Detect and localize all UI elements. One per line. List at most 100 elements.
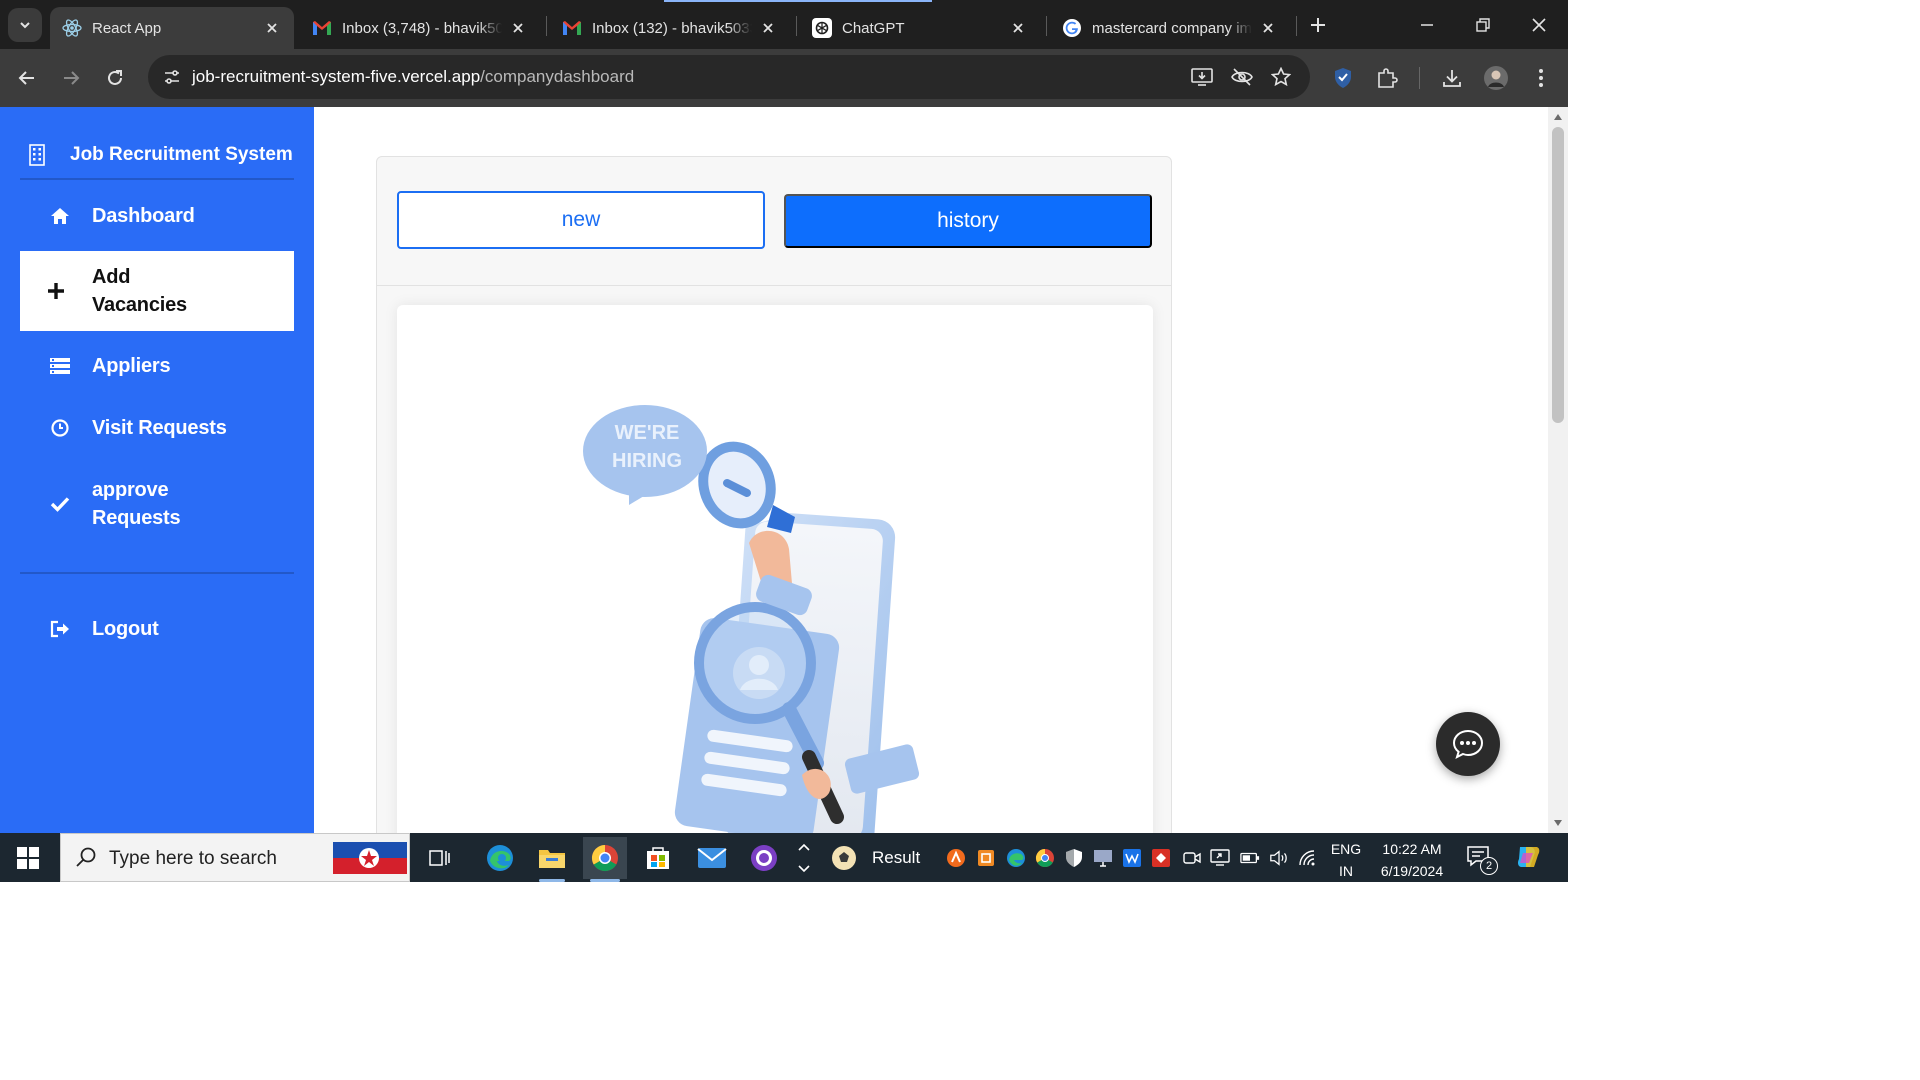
extensions-menu-button[interactable] <box>1373 64 1401 92</box>
task-view-icon <box>429 850 450 866</box>
tab-gmail-inbox-1[interactable]: Inbox (3,748) - bhavik502 <box>300 7 540 49</box>
close-icon[interactable] <box>758 18 778 38</box>
panel-header: new history <box>377 157 1171 286</box>
tab-title: React App <box>92 19 162 37</box>
back-button[interactable] <box>12 63 42 93</box>
scroll-up-arrow[interactable] <box>1552 111 1564 123</box>
tab-search-button[interactable] <box>8 8 42 42</box>
task-view-button[interactable] <box>418 837 462 879</box>
clock-icon <box>20 419 92 437</box>
close-window-button[interactable] <box>1524 10 1554 40</box>
arrow-left-icon <box>18 71 34 85</box>
taskbar-clock[interactable]: 10:22 AM 6/19/2024 <box>1372 838 1452 882</box>
extension-button[interactable] <box>1329 64 1357 92</box>
github-icon <box>751 845 777 871</box>
chrome-app[interactable] <box>583 837 627 879</box>
avatar-icon <box>1484 66 1508 90</box>
battery-icon <box>1240 852 1260 864</box>
scroll-down-arrow[interactable] <box>1552 817 1564 829</box>
taskbar-overflow-arrows[interactable] <box>790 837 818 879</box>
site-info-button[interactable] <box>158 63 186 91</box>
download-icon <box>1443 70 1461 87</box>
bookmark-button[interactable] <box>1269 65 1293 89</box>
copilot-button[interactable] <box>1514 843 1542 871</box>
tray-edge[interactable] <box>1006 848 1026 868</box>
sidebar-item-logout[interactable]: Logout <box>20 610 294 648</box>
tray-box-icon <box>978 850 994 866</box>
tray-battery[interactable] <box>1240 848 1260 868</box>
result-widget[interactable]: Result <box>830 841 920 875</box>
tray-app-square[interactable] <box>976 848 996 868</box>
tab-gmail-inbox-2[interactable]: Inbox (132) - bhavik5033 <box>550 7 790 49</box>
tray-meet-now[interactable] <box>1182 848 1202 868</box>
sidebar-item-appliers[interactable]: Appliers <box>20 347 294 385</box>
tray-app-orange[interactable] <box>946 848 966 868</box>
tab-title: Inbox (3,748) - bhavik502 <box>342 19 502 37</box>
hiring-card: WE'RE HIRING <box>397 305 1153 833</box>
minimize-button[interactable] <box>1412 10 1442 40</box>
tray-app-blue[interactable] <box>1122 848 1142 868</box>
start-button[interactable] <box>8 841 48 875</box>
sidebar-item-dashboard[interactable]: Dashboard <box>20 197 294 235</box>
notification-center-button[interactable]: 2 <box>1466 845 1498 875</box>
chat-widget-button[interactable] <box>1436 712 1500 776</box>
new-button[interactable]: new <box>397 191 765 249</box>
close-icon[interactable] <box>262 18 282 38</box>
tab-separator <box>546 16 547 36</box>
home-icon <box>20 207 92 225</box>
toolbar-separator <box>1419 67 1420 89</box>
downloads-button[interactable] <box>1438 64 1466 92</box>
search-highlight-flag-icon <box>333 842 407 874</box>
tray-security[interactable] <box>1064 848 1084 868</box>
install-icon <box>1191 68 1213 86</box>
tab-google-search[interactable]: mastercard company images <box>1050 7 1290 49</box>
triangle-up-icon <box>1554 114 1562 120</box>
language-code: ENG <box>1330 841 1362 857</box>
address-bar[interactable]: job-recruitment-system-five.vercel.app/c… <box>148 55 1310 99</box>
edge-icon <box>487 845 513 871</box>
tab-separator <box>796 16 797 36</box>
tab-react-app[interactable]: React App <box>50 7 294 49</box>
mail-app[interactable] <box>690 837 734 879</box>
tray-volume[interactable] <box>1269 848 1289 868</box>
tracking-protection-button[interactable] <box>1230 65 1254 89</box>
forward-button[interactable] <box>56 63 86 93</box>
tray-app-monitor[interactable] <box>1093 848 1113 868</box>
microsoft-store-app[interactable] <box>636 837 680 879</box>
language-indicator[interactable]: ENG IN <box>1328 838 1364 882</box>
url-text: job-recruitment-system-five.vercel.app/c… <box>192 67 634 87</box>
sidebar-item-label: Visit Requests <box>92 417 227 439</box>
more-vertical-icon <box>1539 69 1543 87</box>
search-icon <box>76 847 96 867</box>
history-button[interactable]: history <box>784 194 1152 248</box>
new-tab-button[interactable] <box>1305 12 1331 38</box>
sidebar-item-visit-requests[interactable]: Visit Requests <box>20 409 294 447</box>
page-scrollbar[interactable] <box>1548 107 1568 833</box>
sidebar-item-approve-requests[interactable]: approve Requests <box>20 473 294 535</box>
brand[interactable]: Job Recruitment System <box>20 131 294 179</box>
display-share-icon <box>1210 849 1230 866</box>
file-explorer-app[interactable] <box>530 837 574 879</box>
taskbar-search-box[interactable]: Type here to search <box>60 833 410 882</box>
install-app-button[interactable] <box>1190 65 1214 89</box>
tray-network[interactable] <box>1298 848 1318 868</box>
main-content: new history WE'RE HIRING <box>314 107 1548 833</box>
tray-app-red[interactable] <box>1151 848 1171 868</box>
windows-logo-icon <box>17 847 39 869</box>
github-desktop-app[interactable] <box>742 837 786 879</box>
profile-avatar[interactable] <box>1482 64 1510 92</box>
bubble-text-line1: WE'RE <box>615 422 680 444</box>
sidebar-item-add-vacancies[interactable]: Add Vacancies <box>20 251 294 331</box>
scroll-thumb[interactable] <box>1552 127 1564 423</box>
edge-app[interactable] <box>478 837 522 879</box>
tab-chatgpt[interactable]: ChatGPT <box>800 7 1040 49</box>
extension-shield-icon <box>1335 68 1351 88</box>
close-icon[interactable] <box>508 18 528 38</box>
tray-chrome[interactable] <box>1035 848 1055 868</box>
reload-button[interactable] <box>100 63 130 93</box>
tray-display[interactable] <box>1210 848 1230 868</box>
restore-button[interactable] <box>1468 10 1498 40</box>
browser-menu-button[interactable] <box>1527 64 1555 92</box>
close-icon[interactable] <box>1008 18 1028 38</box>
close-icon[interactable] <box>1258 18 1278 38</box>
